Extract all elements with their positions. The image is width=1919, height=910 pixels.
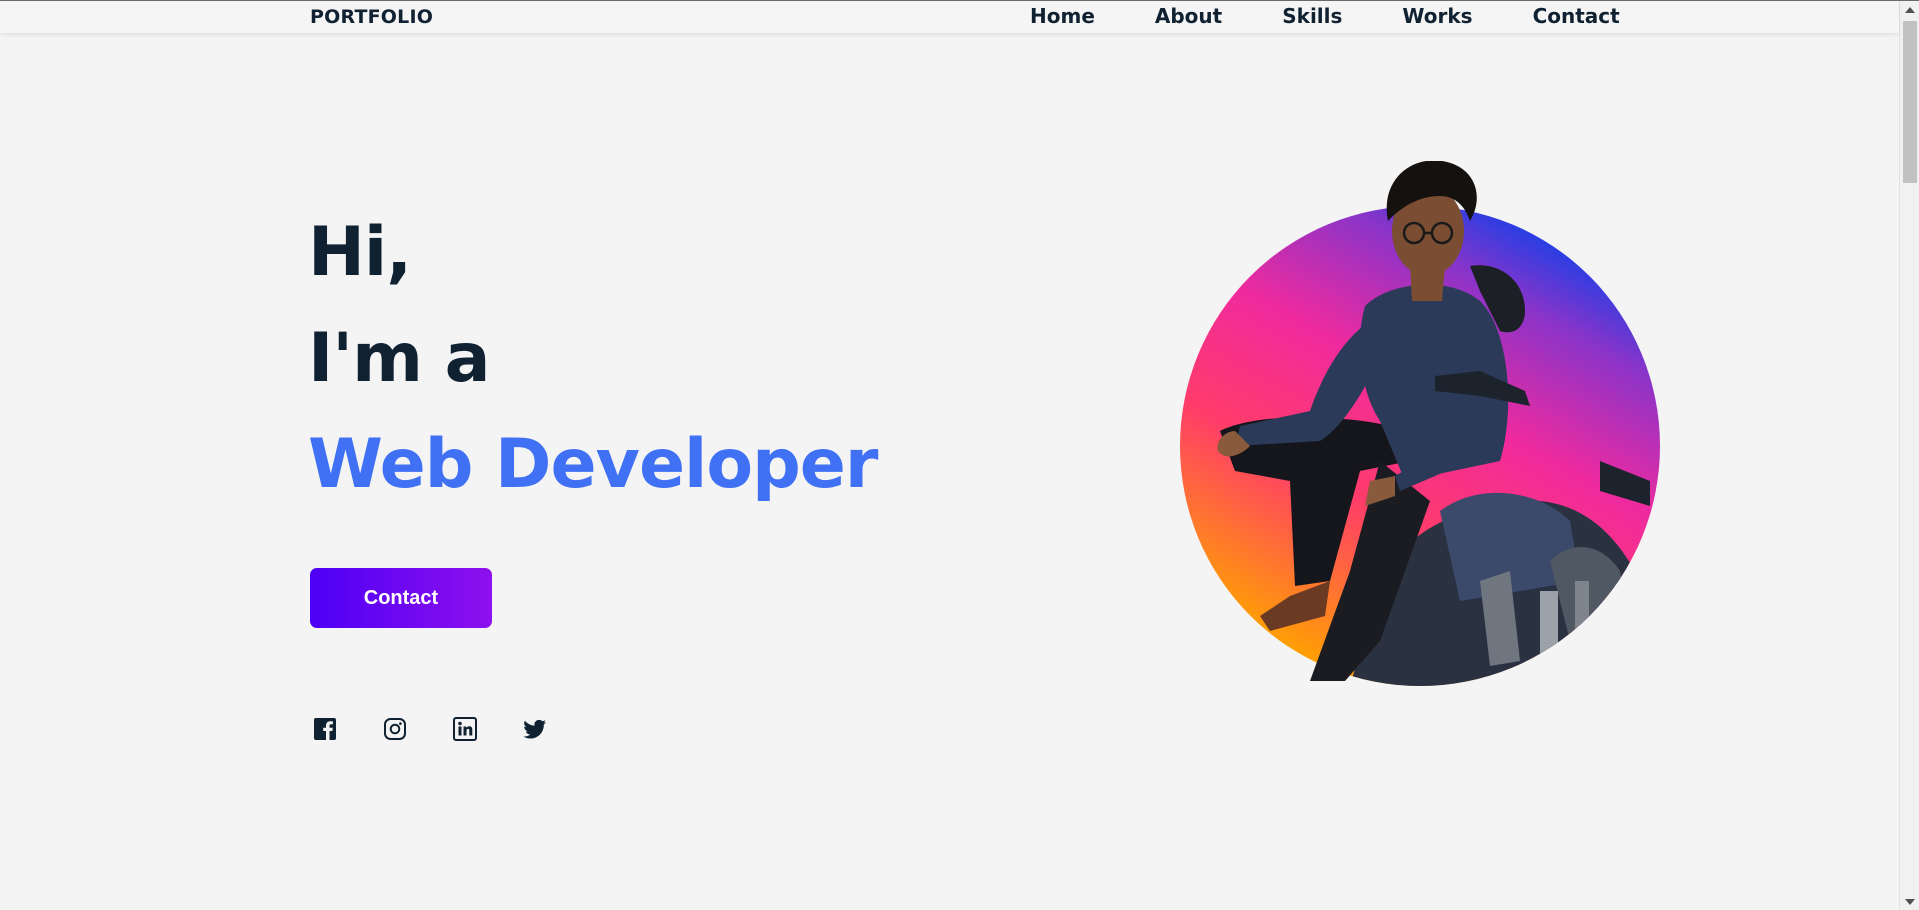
nav-home[interactable]: Home xyxy=(1030,4,1095,28)
profile-photo xyxy=(1180,161,1660,686)
linkedin-icon[interactable] xyxy=(452,716,477,741)
nav-skills[interactable]: Skills xyxy=(1282,4,1342,28)
scroll-up-icon[interactable] xyxy=(1905,7,1915,13)
social-links xyxy=(312,716,547,741)
scroll-thumb[interactable] xyxy=(1903,21,1917,183)
nav-works[interactable]: Works xyxy=(1402,4,1472,28)
site-header: PORTFOLIO Home About Skills Works Contac… xyxy=(0,1,1899,33)
hero-role: Web Developer xyxy=(308,425,878,504)
twitter-icon[interactable] xyxy=(522,716,547,741)
nav-about[interactable]: About xyxy=(1155,4,1222,28)
portfolio-page: PORTFOLIO Home About Skills Works Contac… xyxy=(0,0,1919,910)
page-scrollbar[interactable] xyxy=(1899,1,1919,910)
contact-button[interactable]: Contact xyxy=(310,568,492,628)
main-nav: Home About Skills Works Contact xyxy=(1030,4,1620,28)
instagram-icon[interactable] xyxy=(382,716,407,741)
hero-intro: I'm a xyxy=(308,319,491,398)
hero-greeting: Hi, xyxy=(308,213,412,292)
site-logo[interactable]: PORTFOLIO xyxy=(310,6,433,28)
scroll-down-icon[interactable] xyxy=(1905,899,1915,905)
facebook-icon[interactable] xyxy=(312,716,337,741)
nav-contact[interactable]: Contact xyxy=(1533,4,1620,28)
